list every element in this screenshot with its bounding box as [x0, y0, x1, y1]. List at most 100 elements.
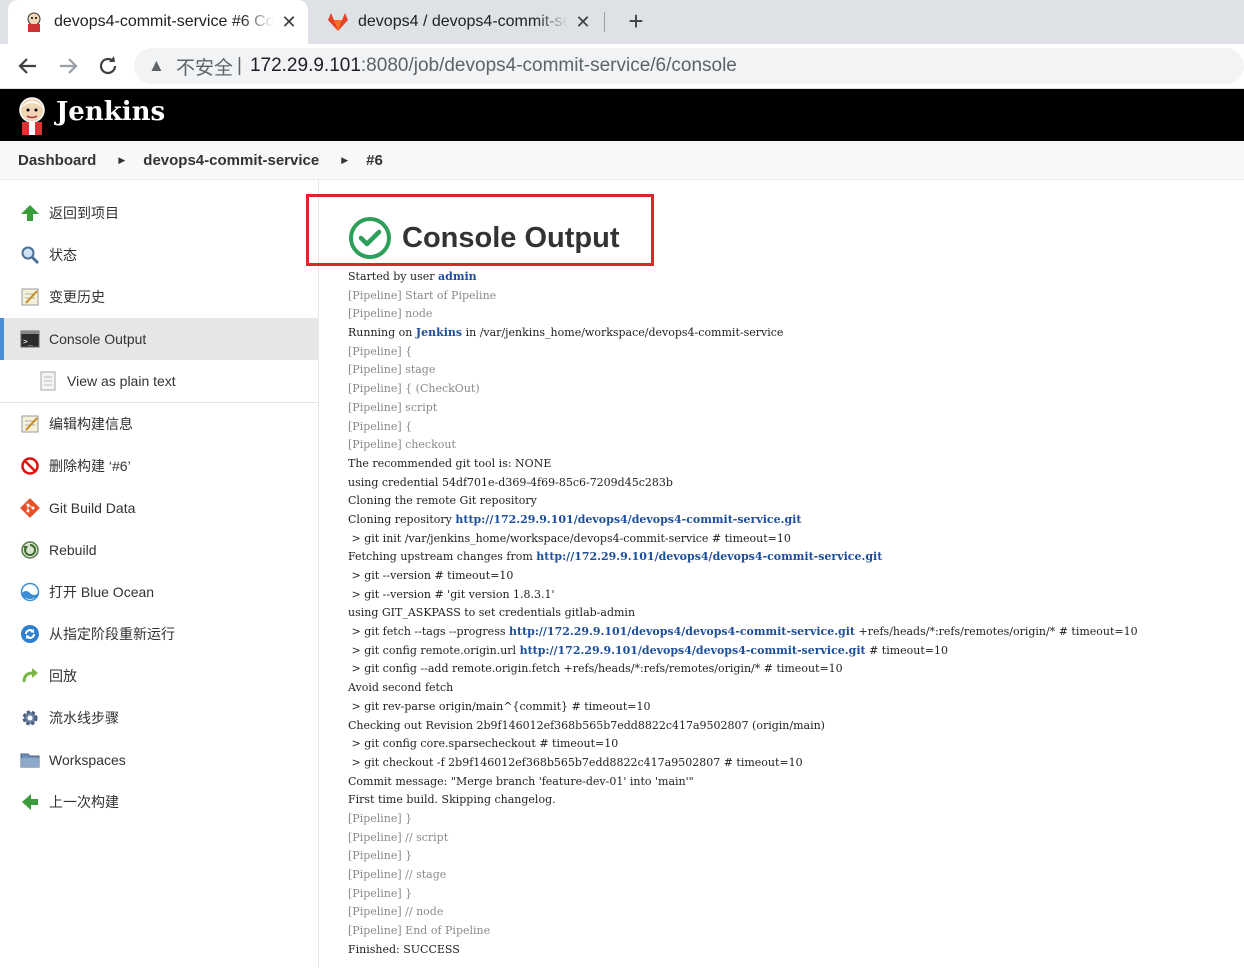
sidebar-item-blue-ocean[interactable]: 打开 Blue Ocean — [0, 571, 318, 613]
close-tab-icon[interactable]: ✕ — [574, 13, 592, 31]
sidebar-item-label: 从指定阶段重新运行 — [49, 626, 175, 642]
sidebar-item-rebuild[interactable]: Rebuild — [0, 529, 318, 571]
console-line: Started by user admin — [348, 268, 1138, 287]
sidebar-item-edit-build-info[interactable]: 编辑构建信息 — [0, 403, 318, 445]
console-text: > git init /var/jenkins_home/workspace/d… — [348, 531, 791, 545]
sidebar-item-label: 流水线步骤 — [49, 710, 119, 726]
sidebar-item-pipeline-steps[interactable]: 流水线步骤 — [0, 697, 318, 739]
sidebar-item-label: View as plain text — [67, 373, 176, 389]
console-line: [Pipeline] { — [348, 418, 1138, 437]
sidebar-item-label: 打开 Blue Ocean — [49, 584, 155, 600]
up-arrow-icon — [19, 202, 41, 224]
console-text: [Pipeline] Start of Pipeline — [348, 288, 497, 302]
sidebar-item-label: Workspaces — [49, 752, 126, 768]
sidebar-item-label: Console Output — [49, 331, 147, 347]
console-link[interactable]: http://172.29.9.101/devops4/devops4-comm… — [509, 625, 855, 638]
console-text: [Pipeline] node — [348, 307, 433, 321]
console-line: > git checkout -f 2b9f146012ef368b565b7e… — [348, 754, 1138, 773]
breadcrumb-build[interactable]: #6 — [366, 152, 383, 169]
sidebar-item-label: 回放 — [49, 668, 77, 684]
sidebar-item-back-to-project[interactable]: 返回到项目 — [0, 192, 318, 234]
console-text: [Pipeline] { — [348, 344, 413, 358]
sidebar-item-view-plain-text[interactable]: View as plain text — [0, 360, 318, 403]
sidebar-item-restart-from-stage[interactable]: 从指定阶段重新运行 — [0, 613, 318, 655]
console-line: [Pipeline] checkout — [348, 436, 1138, 455]
console-line: > git config core.sparsecheckout # timeo… — [348, 735, 1138, 754]
sidebar-item-label: 删除构建 ‘#6’ — [49, 458, 131, 474]
jenkins-logo-icon[interactable] — [16, 95, 48, 135]
no-entry-icon — [19, 455, 41, 477]
console-link[interactable]: admin — [438, 270, 477, 283]
console-link[interactable]: http://172.29.9.101/devops4/devops4-comm… — [536, 550, 882, 563]
console-text: [Pipeline] // node — [348, 905, 444, 919]
console-line: Commit message: "Merge branch 'feature-d… — [348, 773, 1138, 792]
console-line: [Pipeline] stage — [348, 361, 1138, 380]
console-text: [Pipeline] End of Pipeline — [348, 924, 491, 938]
console-text: > git fetch --tags --progress — [348, 625, 509, 639]
console-line: Fetching upstream changes from http://17… — [348, 548, 1138, 567]
console-text: > git config --add remote.origin.fetch +… — [348, 662, 843, 676]
browser-tab-jenkins[interactable]: devops4-commit-service #6 Console Output… — [8, 0, 308, 44]
sidebar-item-changes[interactable]: 变更历史 — [0, 276, 318, 318]
console-text: Fetching upstream changes from — [348, 550, 537, 564]
console-text: > git config core.sparsecheckout # timeo… — [348, 737, 619, 751]
console-line: Finished: SUCCESS — [348, 941, 1138, 960]
page-title: Console Output — [348, 216, 619, 260]
console-text: Started by user — [348, 270, 438, 283]
console-line: using GIT_ASKPASS to set credentials git… — [348, 604, 1138, 623]
console-text: Finished: SUCCESS — [348, 942, 460, 956]
console-text: [Pipeline] // script — [348, 830, 449, 844]
console-text: > git config remote.origin.url — [348, 643, 520, 657]
jenkins-brand[interactable]: Jenkins — [56, 97, 165, 127]
console-text: [Pipeline] } — [348, 849, 413, 863]
console-text: > git --version # timeout=10 — [348, 569, 514, 582]
console-text: in /var/jenkins_home/workspace/devops4-c… — [462, 326, 784, 340]
console-text: [Pipeline] { (CheckOut) — [348, 382, 480, 396]
console-text: Cloning the remote Git repository — [348, 494, 537, 508]
console-text: [Pipeline] checkout — [348, 438, 456, 452]
console-text: +refs/heads/*:refs/remotes/origin/* # ti… — [855, 625, 1138, 639]
console-line: The recommended git tool is: NONE — [348, 455, 1138, 474]
console-line: [Pipeline] // stage — [348, 866, 1138, 885]
console-line: [Pipeline] node — [348, 305, 1138, 324]
console-line: Avoid second fetch — [348, 679, 1138, 698]
sidebar-item-label: 返回到项目 — [49, 205, 119, 221]
console-link[interactable]: http://172.29.9.101/devops4/devops4-comm… — [520, 644, 866, 657]
console-link[interactable]: Jenkins — [416, 326, 462, 339]
sidebar-divider — [318, 179, 319, 968]
url-separator: | — [237, 55, 242, 76]
back-arrow-icon[interactable] — [14, 52, 42, 80]
console-text: > git checkout -f 2b9f146012ef368b565b7e… — [348, 755, 803, 769]
sidebar-item-replay[interactable]: 回放 — [0, 655, 318, 697]
sidebar-item-delete-build[interactable]: 删除构建 ‘#6’ — [0, 445, 318, 487]
console-text: [Pipeline] } — [348, 811, 413, 825]
console-text: using GIT_ASKPASS to set credentials git… — [348, 606, 636, 620]
success-check-icon — [348, 216, 392, 260]
sidebar-item-git-build-data[interactable]: Git Build Data — [0, 487, 318, 529]
reload-icon[interactable] — [94, 52, 122, 80]
browser-tab-gitlab[interactable]: devops4 / devops4-commit-service ✕ — [312, 0, 602, 44]
tab-title: devops4 / devops4-commit-service — [358, 13, 568, 30]
console-text: Checking out Revision 2b9f146012ef368b56… — [348, 718, 825, 732]
console-line: [Pipeline] { — [348, 343, 1138, 362]
breadcrumb-arrow-icon: ▶ — [341, 154, 349, 165]
sidebar-item-status[interactable]: 状态 — [0, 234, 318, 276]
sidebar-item-previous-build[interactable]: 上一次构建 — [0, 781, 318, 823]
new-tab-button[interactable]: + — [622, 8, 650, 36]
close-tab-icon[interactable]: ✕ — [280, 13, 298, 31]
restart-icon — [19, 623, 41, 645]
document-icon — [40, 371, 56, 391]
git-icon — [19, 497, 41, 519]
breadcrumb-job[interactable]: devops4-commit-service — [143, 152, 319, 169]
forward-arrow-icon[interactable] — [54, 52, 82, 80]
console-text: The recommended git tool is: NONE — [348, 456, 552, 470]
url-input[interactable]: ▲ 不安全 | 172.29.9.101 :8080/job/devops4-c… — [134, 48, 1244, 84]
console-output: Started by user admin [Pipeline] Start of… — [348, 268, 1138, 959]
breadcrumb: Dashboard ▶ devops4-commit-service ▶ #6 — [0, 141, 1244, 180]
console-line: [Pipeline] Start of Pipeline — [348, 287, 1138, 306]
console-link[interactable]: http://172.29.9.101/devops4/devops4-comm… — [455, 513, 801, 526]
breadcrumb-dashboard[interactable]: Dashboard — [18, 152, 96, 169]
sidebar-item-console-output[interactable]: >_ Console Output — [0, 318, 318, 360]
sidebar-item-workspaces[interactable]: Workspaces — [0, 739, 318, 781]
search-icon — [19, 244, 41, 266]
